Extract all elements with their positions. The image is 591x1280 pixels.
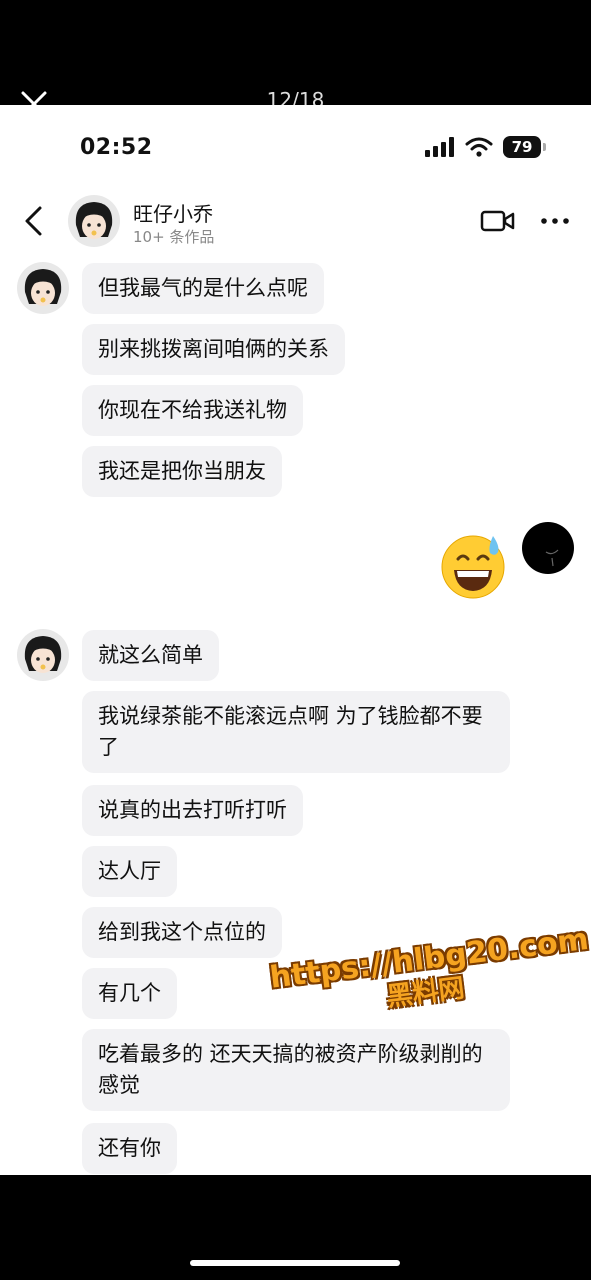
wifi-icon <box>465 137 493 157</box>
video-call-icon[interactable] <box>480 208 516 234</box>
watermark: https://hlbg20.com 黑料网 <box>268 922 591 1027</box>
message-bubble[interactable]: 吃着最多的 还天天搞的被资产阶级剥削的感觉 <box>82 1029 510 1111</box>
status-bar: 02:52 79 <box>0 105 591 185</box>
back-arrow-icon[interactable] <box>22 205 46 237</box>
message-bubble[interactable]: 别来挑拨离间咱俩的关系 <box>82 324 345 375</box>
message-bubble[interactable]: 就这么简单 <box>82 630 219 681</box>
message-bubble[interactable]: 达人厅 <box>82 846 177 897</box>
message-bubble[interactable]: 说真的出去打听打听 <box>82 785 303 836</box>
sweat-smile-emoji[interactable] <box>438 530 508 600</box>
message-bubble[interactable]: 我还是把你当朋友 <box>82 446 282 497</box>
more-options-icon[interactable] <box>540 216 570 226</box>
signal-icon <box>425 137 454 157</box>
contact-name: 旺仔小乔 <box>133 202 213 226</box>
message-bubble[interactable]: 但我最气的是什么点呢 <box>82 263 324 314</box>
contact-avatar[interactable] <box>68 195 120 247</box>
message-bubble[interactable]: 有几个 <box>82 968 177 1019</box>
viewer-top-bar: 12/18 <box>0 0 591 117</box>
sender-avatar[interactable] <box>17 262 69 314</box>
chat-screenshot: 02:52 79 旺仔小乔 10+ 条作品 但我最气的是什么点呢 别来挑拨离间咱… <box>0 105 591 1175</box>
chat-header: 旺仔小乔 10+ 条作品 <box>0 190 591 250</box>
message-bubble[interactable]: 你现在不给我送礼物 <box>82 385 303 436</box>
battery-indicator: 79 <box>503 136 546 158</box>
home-indicator[interactable] <box>190 1260 400 1266</box>
message-bubble[interactable]: 我说绿茶能不能滚远点啊 为了钱脸都不要了 <box>82 691 510 773</box>
sender-avatar[interactable] <box>17 629 69 681</box>
message-bubble[interactable]: 还有你 <box>82 1123 177 1174</box>
status-icons: 79 <box>425 135 546 159</box>
contact-works-count: 10+ 条作品 <box>133 228 215 246</box>
viewer-bottom-bar <box>0 1175 591 1280</box>
message-bubble[interactable]: 给到我这个点位的 <box>82 907 282 958</box>
status-time: 02:52 <box>80 135 153 160</box>
self-avatar[interactable] <box>522 522 574 574</box>
